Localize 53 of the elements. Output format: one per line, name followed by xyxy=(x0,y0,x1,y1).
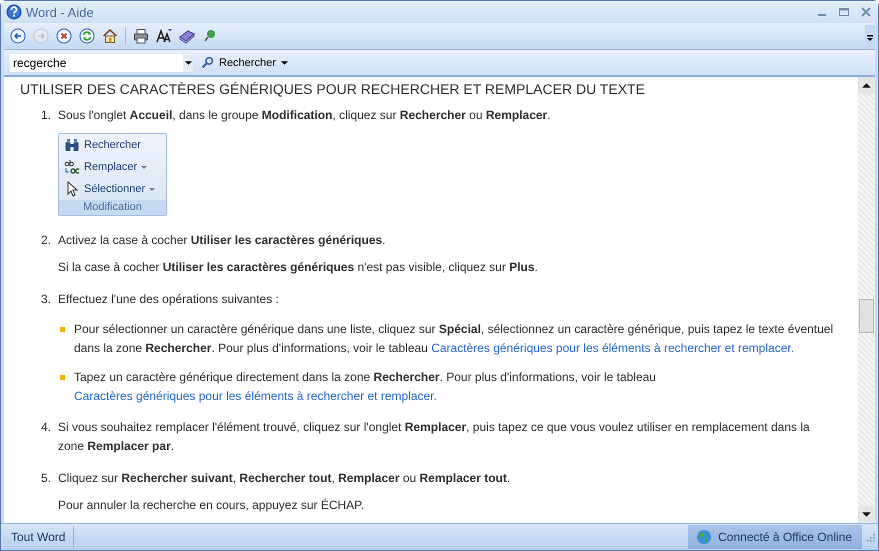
scope-button[interactable]: Tout Word xyxy=(1,526,74,548)
home-icon[interactable] xyxy=(102,28,118,44)
close-icon[interactable] xyxy=(860,6,872,18)
paragraph: Effectuez l'une des opérations suivantes : xyxy=(58,291,280,308)
step-number: 4. xyxy=(40,419,52,436)
article-heading: UTILISER DES CARACTÈRES GÉNÉRIQUES POUR RECHERCHER ET REMPLACER DU TEXTE xyxy=(20,81,646,97)
connection-status[interactable]: Connecté à Office Online xyxy=(688,525,862,549)
step-number: 5. xyxy=(40,470,52,487)
help-icon xyxy=(6,4,22,20)
paragraph: Tapez un caractère générique directement dans la zone Rechercher. Pour plus d'informations, voir le tableau Caractères génériques pour les éléments à rechercher et remplacer. xyxy=(74,369,657,405)
search-field[interactable]: recgerche xyxy=(10,54,183,72)
binoculars-icon xyxy=(64,137,80,153)
paragraph: Si la case à cocher Utiliser les caractères génériques n'est pas visible, cliquez sur Plus. xyxy=(58,259,539,276)
window-title: Word - Aide xyxy=(26,4,94,20)
replace-icon xyxy=(64,159,80,175)
back-icon[interactable] xyxy=(10,28,26,44)
ribbon-label: Sélectionner xyxy=(84,183,146,195)
maximize-icon[interactable] xyxy=(838,6,850,18)
help-link[interactable]: Caractères génériques pour les éléments à rechercher et remplacer. xyxy=(74,389,437,403)
pushpin-icon[interactable] xyxy=(202,28,218,44)
dropdown-button[interactable] xyxy=(183,54,193,72)
toolbar-overflow-icon[interactable] xyxy=(865,25,875,47)
connection-label: Connecté à Office Online xyxy=(718,530,852,544)
ribbon-group-label: Modification xyxy=(59,200,166,215)
bullet-mark xyxy=(60,327,65,332)
paragraph: Cliquez sur Rechercher suivant, Rechercher tout, Remplacer ou Remplacer tout. xyxy=(58,470,512,487)
paragraph: Activez la case à cocher Utiliser les caractères génériques. xyxy=(58,232,387,249)
scrollbar[interactable] xyxy=(858,77,875,523)
paragraph: Pour sélectionner un caractère générique dans une liste, cliquez sur Spécial, sélectionnez un caractère générique, puis tapez le texte éventuel dans la zone Rechercher. Pour plus d'informations, voir le tableau Caractères génériques pour les éléments à rechercher et remplacer. xyxy=(74,321,834,357)
ribbon-label: Remplacer xyxy=(84,161,138,173)
help-link[interactable]: Caractères génériques pour les éléments à rechercher et remplacer. xyxy=(431,341,794,355)
globe-icon xyxy=(696,529,712,545)
stop-icon[interactable] xyxy=(56,28,72,44)
font-size-icon[interactable] xyxy=(156,28,172,44)
scroll-down-icon[interactable] xyxy=(858,506,875,523)
printer-icon[interactable] xyxy=(133,28,149,44)
caret-icon xyxy=(280,60,288,64)
step-number: 3. xyxy=(40,291,52,308)
bullet-mark xyxy=(60,375,65,380)
book-icon[interactable] xyxy=(179,28,195,44)
step-number: 2. xyxy=(40,232,52,249)
scroll-up-icon[interactable] xyxy=(858,77,875,94)
paragraph: Pour annuler la recherche en cours, appuyez sur ÉCHAP. xyxy=(58,497,365,514)
resize-grip-icon[interactable] xyxy=(865,532,875,542)
ribbon-label: Rechercher xyxy=(84,139,141,151)
refresh-icon[interactable] xyxy=(79,28,95,44)
step-number: 1. xyxy=(40,107,52,124)
paragraph: Sous l'onglet Accueil, dans le groupe Modification, cliquez sur Rechercher ou Remplacer. xyxy=(58,107,552,124)
paragraph: Si vous souhaitez remplacer l'élément trouvé, cliquez sur l'onglet Remplacer, puis tapez ce que vous voulez utiliser en remplacement dans la zone Remplacer par. xyxy=(58,419,811,455)
search-button[interactable]: Rechercher xyxy=(199,56,290,69)
search-icon xyxy=(201,56,214,69)
scroll-thumb[interactable] xyxy=(859,299,874,333)
caret-icon xyxy=(184,60,192,64)
